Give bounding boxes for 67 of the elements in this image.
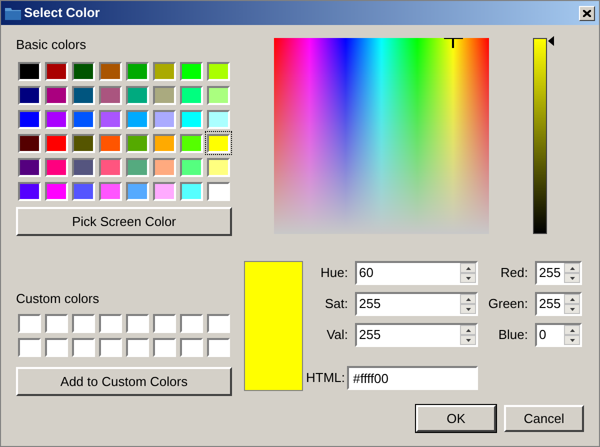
caret-up-icon [570, 298, 574, 300]
spin-down-button[interactable] [564, 335, 580, 345]
basic-colors-label: Basic colors [16, 37, 88, 52]
spin-box[interactable]: 0 [535, 323, 582, 347]
spin-box[interactable]: 60 [355, 261, 478, 285]
custom-color-swatch[interactable] [153, 314, 176, 332]
folder-icon [5, 6, 21, 20]
field-label: Blue: [497, 326, 528, 344]
caret-down-icon [466, 308, 470, 310]
custom-color-swatch[interactable] [180, 314, 203, 332]
spin-box[interactable]: 255 [535, 261, 582, 285]
spin-box[interactable]: 255 [355, 292, 478, 316]
spin-up-button[interactable] [564, 325, 580, 335]
value-bar[interactable] [533, 38, 547, 234]
caret-down-icon [570, 308, 574, 310]
close-button[interactable] [579, 6, 595, 20]
spin-down-button[interactable] [460, 304, 476, 314]
caret-up-icon [466, 298, 470, 300]
caret-up-icon [466, 328, 470, 332]
spin-up-button[interactable] [564, 263, 580, 273]
custom-color-swatch[interactable] [99, 314, 122, 332]
custom-colors-label: Custom colors [16, 291, 100, 306]
custom-color-swatch[interactable] [126, 338, 149, 356]
color-spectrum[interactable] [274, 38, 489, 234]
default-button[interactable]: OK [416, 405, 496, 432]
custom-color-swatch[interactable] [72, 314, 95, 332]
field-label: Sat: [324, 295, 348, 314]
spin-up-button[interactable] [564, 294, 580, 304]
add-to-custom-colors-button[interactable]: Add to Custom Colors [16, 367, 232, 396]
html-field[interactable]: #ffff00 [347, 366, 478, 390]
field-label: Red: [500, 264, 528, 282]
custom-color-swatch[interactable] [45, 314, 68, 332]
spin-box[interactable]: 255 [355, 323, 478, 347]
dialog-button[interactable]: Cancel [504, 405, 584, 432]
caret-down-icon [570, 276, 574, 280]
custom-color-swatch[interactable] [72, 338, 95, 356]
caret-up-icon [570, 266, 574, 270]
field-label: HTML: [305, 369, 345, 388]
spin-down-button[interactable] [564, 273, 580, 283]
value-pointer-icon[interactable] [548, 36, 554, 46]
custom-color-swatch[interactable] [18, 314, 41, 332]
field-label: Hue: [320, 264, 348, 282]
custom-color-swatch[interactable] [207, 314, 230, 332]
spin-down-button[interactable] [564, 304, 580, 314]
caret-up-icon [570, 328, 574, 332]
close-icon [583, 10, 591, 16]
custom-color-swatch[interactable] [18, 338, 41, 356]
spin-box[interactable]: 255 [535, 292, 582, 316]
window-title: Select Color [24, 4, 100, 22]
spin-up-button[interactable] [460, 294, 476, 304]
custom-color-swatch[interactable] [180, 338, 203, 356]
caret-down-icon [466, 276, 470, 280]
custom-color-swatch[interactable] [45, 338, 68, 356]
spin-up-button[interactable] [460, 325, 476, 335]
spin-down-button[interactable] [460, 273, 476, 283]
pick-screen-color-button[interactable]: Pick Screen Color [16, 207, 232, 236]
field-label: Val: [326, 326, 348, 344]
custom-color-swatch[interactable] [207, 338, 230, 356]
caret-up-icon [466, 266, 470, 270]
custom-color-swatch[interactable] [99, 338, 122, 356]
caret-down-icon [570, 338, 574, 342]
custom-color-swatch[interactable] [153, 338, 176, 356]
caret-down-icon [466, 338, 470, 342]
spin-up-button[interactable] [460, 263, 476, 273]
custom-color-swatch[interactable] [126, 314, 149, 332]
spin-down-button[interactable] [460, 335, 476, 345]
field-label: Green: [487, 295, 528, 314]
